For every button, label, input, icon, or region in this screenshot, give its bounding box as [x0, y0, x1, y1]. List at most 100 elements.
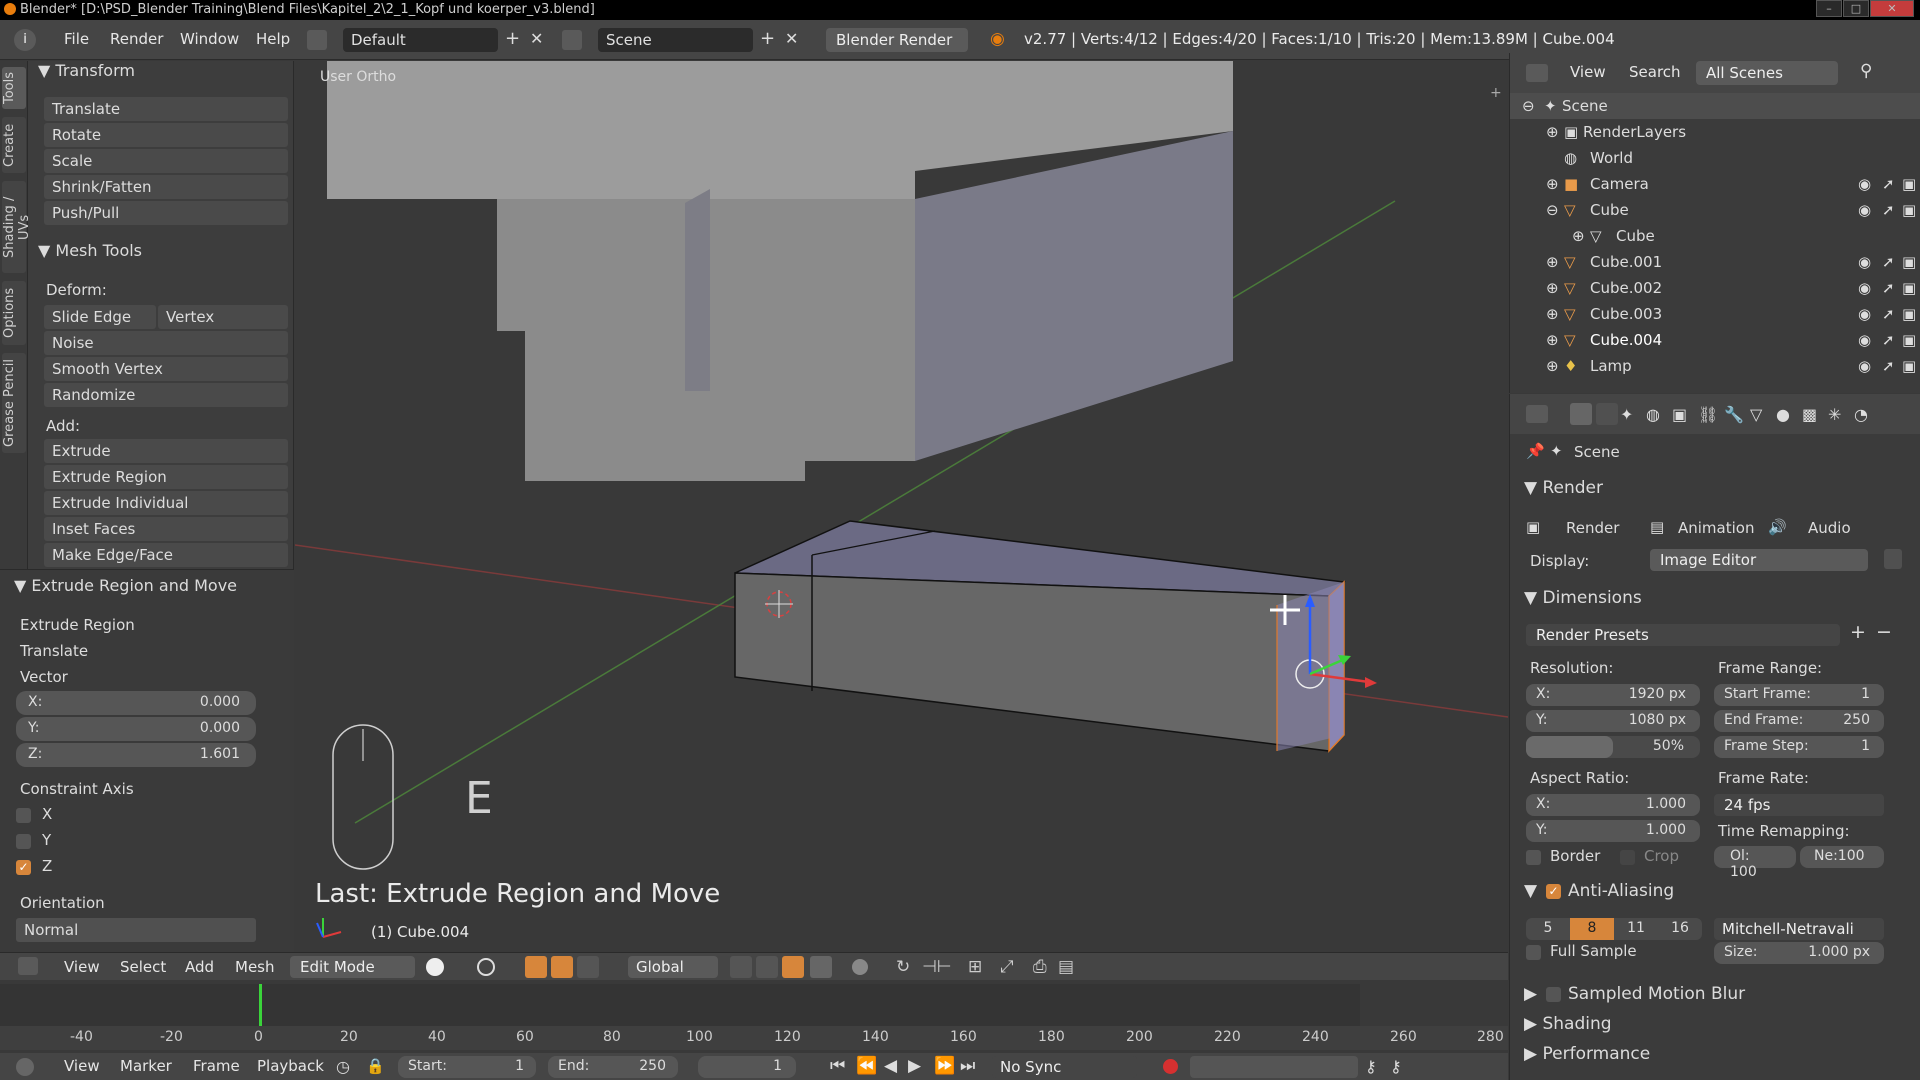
physics-tab-icon[interactable]: ◔ [1854, 405, 1868, 424]
keying-icon[interactable]: ◷ [336, 1057, 350, 1076]
render-camera-icon[interactable]: ▣ [1902, 253, 1916, 271]
menu-window[interactable]: Window [180, 30, 239, 48]
outliner-row-cube[interactable]: ⊖ ▽ Cube ◉ ➚ ▣ [1510, 197, 1920, 223]
orientation-dropdown[interactable]: Normal [16, 918, 256, 942]
anti-aliasing-panel-header[interactable]: ▼ [1524, 881, 1537, 901]
tab-options[interactable]: Options [2, 281, 26, 345]
menu-view[interactable]: View [64, 958, 100, 976]
selectable-cursor-icon[interactable]: ➚ [1882, 331, 1895, 349]
expand-icon[interactable]: ⊕ [1546, 357, 1559, 375]
selectable-cursor-icon[interactable]: ➚ [1882, 201, 1895, 219]
add-preset-icon[interactable]: + [1850, 621, 1866, 643]
animation-button[interactable]: Animation [1678, 519, 1754, 537]
mode-dropdown[interactable]: Edit Mode [290, 956, 415, 978]
outliner-row-cube-mesh[interactable]: ⊕ ▽ Cube [1510, 223, 1920, 249]
make-edge-face-button[interactable]: Make Edge/Face [44, 543, 288, 567]
motion-blur-panel-header[interactable]: ▶ [1524, 984, 1537, 1004]
edge-select-icon[interactable] [756, 956, 778, 978]
delete-keyframe-icon[interactable]: ⚷ [1390, 1057, 1402, 1076]
texture-tab-icon[interactable]: ▩ [1802, 405, 1817, 424]
shrink-fatten-button[interactable]: Shrink/Fatten [44, 175, 288, 199]
limit-selection-icon[interactable] [810, 956, 832, 978]
time-remap-new-field[interactable]: Ne:100 [1800, 846, 1884, 868]
add-scene-icon[interactable]: + [760, 28, 775, 49]
outliner-editor-icon[interactable] [1526, 64, 1548, 82]
inset-faces-button[interactable]: Inset Faces [44, 517, 288, 541]
noise-button[interactable]: Noise [44, 331, 288, 355]
resolution-percentage-slider[interactable]: 50% [1526, 736, 1700, 758]
outliner-row-scene[interactable]: ⊖ ✦ Scene [1510, 93, 1920, 119]
visibility-eye-icon[interactable]: ◉ [1858, 253, 1871, 271]
close-window-button[interactable]: ✕ [1870, 0, 1914, 17]
remove-layout-icon[interactable]: ✕ [530, 29, 543, 48]
render-tab-icon[interactable] [1570, 403, 1592, 425]
render-preview-icon[interactable]: ⎙ [1033, 957, 1047, 977]
current-frame-marker[interactable] [259, 984, 262, 1026]
particles-tab-icon[interactable]: ✳ [1828, 405, 1841, 424]
add-layout-icon[interactable]: + [505, 28, 520, 49]
menu-file[interactable]: File [64, 30, 89, 48]
jump-start-icon[interactable]: ⏮ [830, 1056, 845, 1076]
menu-playback[interactable]: Playback [257, 1057, 324, 1075]
vector-z-field[interactable]: Z: 1.601 [16, 743, 256, 767]
push-pull-button[interactable]: Push/Pull [44, 201, 288, 225]
selectable-cursor-icon[interactable]: ➚ [1882, 305, 1895, 323]
aspect-y-field[interactable]: Y: 1.000 [1526, 820, 1700, 842]
jump-end-icon[interactable]: ⏭ [960, 1056, 975, 1076]
transform-panel-header[interactable]: ▼ Transform [38, 61, 135, 80]
outliner-row-cube002[interactable]: ⊕ ▽ Cube.002 ◉ ➚ ▣ [1510, 275, 1920, 301]
aspect-x-field[interactable]: X: 1.000 [1526, 794, 1700, 816]
render-engine-dropdown[interactable]: Blender Render [826, 28, 968, 52]
pivot-align-icon[interactable]: ⤢ [1000, 957, 1014, 977]
mesh-tools-panel-header[interactable]: ▼ Mesh Tools [38, 241, 142, 260]
outliner-row-world[interactable]: ◍ World [1510, 145, 1920, 171]
proportional-edit-icon[interactable] [852, 959, 868, 975]
render-camera-icon[interactable]: ▣ [1902, 357, 1916, 375]
world-tab-icon[interactable]: ◍ [1646, 405, 1660, 424]
render-button[interactable]: Render [1566, 519, 1619, 537]
selectable-cursor-icon[interactable]: ➚ [1882, 253, 1895, 271]
selectable-cursor-icon[interactable]: ➚ [1882, 357, 1895, 375]
performance-panel-header[interactable]: ▶ Performance [1524, 1044, 1650, 1064]
render-camera-icon[interactable]: ▣ [1902, 201, 1916, 219]
slide-edge-button[interactable]: Slide Edge [44, 305, 156, 329]
menu-add[interactable]: Add [185, 958, 214, 976]
visibility-eye-icon[interactable]: ◉ [1858, 331, 1871, 349]
aa-size-field[interactable]: Size: 1.000 px [1714, 942, 1884, 964]
aa-samples-16[interactable]: 16 [1658, 918, 1702, 940]
vector-y-field[interactable]: Y: 0.000 [16, 717, 256, 741]
collapse-icon[interactable]: ⊖ [1522, 97, 1535, 115]
scene-tab-icon[interactable]: ✦ [1620, 405, 1633, 424]
scale-manipulator-icon[interactable] [577, 956, 599, 978]
frame-rate-dropdown[interactable]: 24 fps [1714, 794, 1884, 816]
scale-button[interactable]: Scale [44, 149, 288, 173]
remove-preset-icon[interactable]: − [1876, 621, 1892, 643]
editor-type-icon[interactable] [18, 957, 38, 975]
aa-samples-8[interactable]: 8 [1570, 918, 1614, 940]
full-sample-checkbox[interactable] [1526, 945, 1541, 960]
outliner-row-renderlayers[interactable]: ⊕ ▣ RenderLayers [1510, 119, 1920, 145]
outliner-row-cube001[interactable]: ⊕ ▽ Cube.001 ◉ ➚ ▣ [1510, 249, 1920, 275]
end-frame-field[interactable]: End Frame: 250 [1714, 710, 1884, 732]
current-frame-field[interactable]: 1 [698, 1056, 796, 1078]
outliner-row-cube003[interactable]: ⊕ ▽ Cube.003 ◉ ➚ ▣ [1510, 301, 1920, 327]
start-frame-field[interactable]: Start: 1 [398, 1056, 536, 1078]
visibility-eye-icon[interactable]: ◉ [1858, 175, 1871, 193]
translate-button[interactable]: Translate [44, 97, 288, 121]
extrude-dropdown[interactable]: Extrude [44, 439, 288, 463]
menu-render[interactable]: Render [110, 30, 163, 48]
randomize-button[interactable]: Randomize [44, 383, 288, 407]
vertex-select-icon[interactable] [730, 956, 752, 978]
jump-next-key-icon[interactable]: ⏩ [934, 1056, 955, 1076]
expand-panel-icon[interactable]: + [1490, 85, 1502, 101]
render-layers-tab-icon[interactable] [1596, 403, 1618, 425]
expand-icon[interactable]: ⊕ [1546, 279, 1559, 297]
insert-keyframe-icon[interactable]: ⚷ [1365, 1057, 1377, 1076]
viewport-shading-icon[interactable] [426, 958, 444, 976]
axis-z-checkbox[interactable]: ✓ [16, 860, 31, 875]
outliner-row-camera[interactable]: ⊕ ■ Camera ◉ ➚ ▣ [1510, 171, 1920, 197]
audio-button[interactable]: Audio [1808, 519, 1851, 537]
aa-samples-5[interactable]: 5 [1526, 918, 1570, 940]
data-tab-icon[interactable]: ▽ [1750, 405, 1762, 424]
start-frame-field[interactable]: Start Frame: 1 [1714, 684, 1884, 706]
